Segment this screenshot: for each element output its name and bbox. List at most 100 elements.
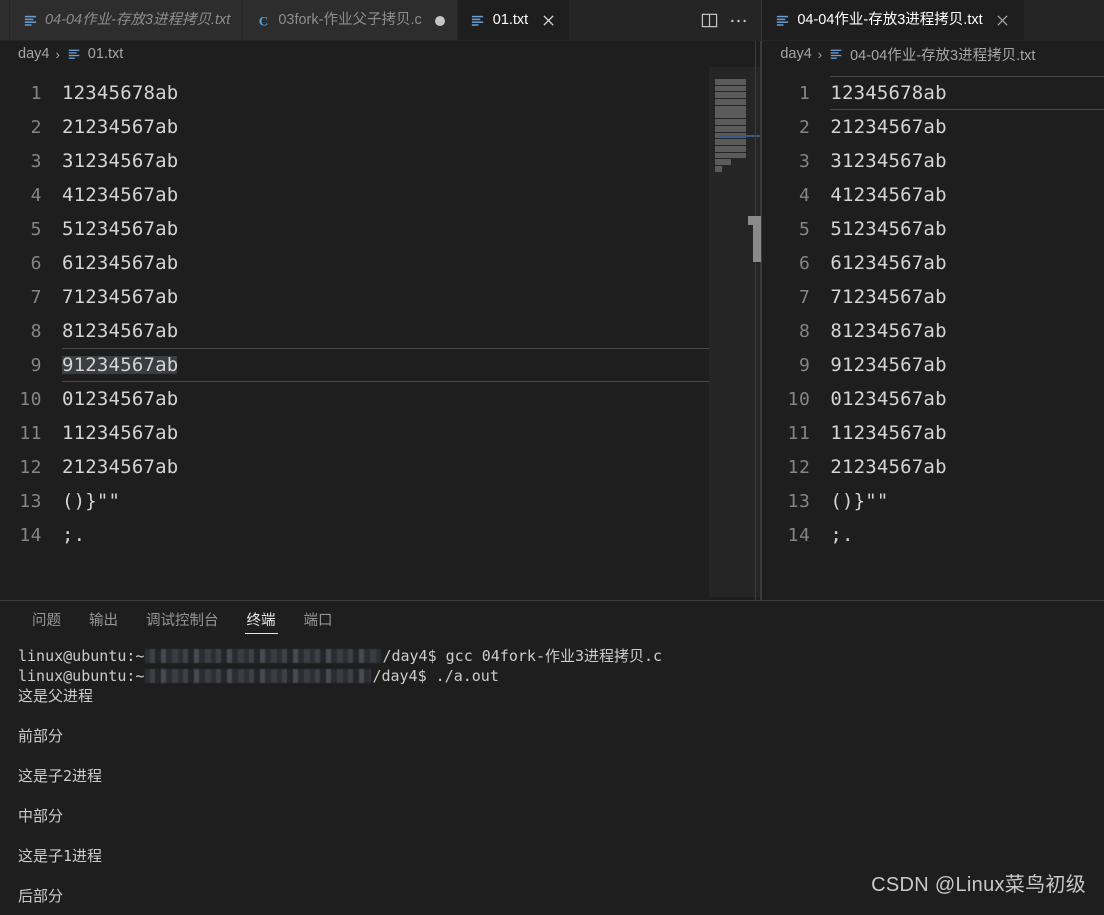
- code-line[interactable]: 7 71234567ab: [762, 280, 1104, 314]
- minimap-line: [715, 112, 747, 119]
- code-text: 31234567ab: [62, 150, 179, 172]
- code-line[interactable]: 12 21234567ab: [0, 450, 709, 484]
- line-number: 14: [19, 524, 42, 546]
- code-line[interactable]: 1 12345678ab: [0, 76, 709, 110]
- code-lines-left[interactable]: 1 12345678ab 2 21234567ab 3 31234567ab 4 412345…: [0, 67, 710, 600]
- unsaved-dot-icon[interactable]: [434, 15, 445, 26]
- line-number: 1: [798, 82, 811, 104]
- panel-tab-1[interactable]: 输出: [75, 602, 132, 637]
- line-number: 10: [787, 388, 811, 410]
- code-line[interactable]: 3 31234567ab: [0, 144, 709, 178]
- editor-content-right[interactable]: 1 12345678ab 2 21234567ab 3 31234567ab 4 412345…: [762, 67, 1104, 600]
- code-lines-right[interactable]: 1 12345678ab 2 21234567ab 3 31234567ab 4 412345…: [762, 67, 1104, 600]
- terminal-output-line: 这是子2进程: [18, 767, 103, 785]
- panel-tab-0[interactable]: 问题: [18, 602, 75, 637]
- line-number: 6: [30, 252, 42, 274]
- minimap-line: [715, 99, 747, 105]
- code-line[interactable]: 8 81234567ab: [762, 314, 1104, 348]
- code-line[interactable]: 9 91234567ab: [0, 348, 710, 382]
- breadcrumb-folder[interactable]: day4: [18, 46, 49, 62]
- line-number: 11: [19, 422, 42, 444]
- breadcrumb-folder[interactable]: day4: [780, 46, 811, 62]
- breadcrumb-file-label: 04-04作业-存放3进程拷贝.txt: [850, 47, 1036, 64]
- code-text: 11234567ab: [62, 422, 179, 444]
- editor-content-left[interactable]: 1 12345678ab 2 21234567ab 3 31234567ab 4 412345…: [0, 67, 762, 600]
- code-line[interactable]: 5 51234567ab: [0, 212, 709, 246]
- code-line[interactable]: 4 41234567ab: [0, 178, 709, 212]
- editor-group-left: 04-04作业-存放3进程拷贝.txt C 03fork-作业父子拷贝.c 01…: [0, 0, 762, 600]
- code-text: 81234567ab: [830, 320, 947, 342]
- editor-groups: 04-04作业-存放3进程拷贝.txt C 03fork-作业父子拷贝.c 01…: [0, 0, 1104, 600]
- tabbar-empty-space-right: [1024, 0, 1104, 41]
- tabbar-left: 04-04作业-存放3进程拷贝.txt C 03fork-作业父子拷贝.c 01…: [0, 0, 762, 41]
- tab-partial-clipped[interactable]: [0, 0, 10, 41]
- code-line[interactable]: 13 ()}"": [762, 484, 1104, 518]
- code-line[interactable]: 2 21234567ab: [0, 110, 709, 144]
- terminal-command: ./a.out: [426, 667, 499, 685]
- line-number: 8: [798, 320, 811, 342]
- line-number: 13: [787, 490, 811, 512]
- code-text: ;.: [62, 524, 86, 546]
- tab-01-txt[interactable]: 01.txt: [457, 0, 571, 41]
- code-line[interactable]: 5 51234567ab: [762, 212, 1104, 246]
- tab-03fork-zuoye-fuzikaobei-c[interactable]: C 03fork-作业父子拷贝.c: [243, 0, 458, 41]
- terminal-output[interactable]: linux@ubuntu:~ /day4$ gcc 04fork-作业3进程拷贝.…: [0, 638, 1104, 915]
- text-file-icon: [774, 13, 790, 29]
- code-line[interactable]: 14;.: [762, 518, 1104, 552]
- line-number: 7: [798, 286, 811, 308]
- panel-tab-2[interactable]: 调试控制台: [132, 602, 233, 637]
- code-line[interactable]: 10 01234567ab: [762, 382, 1104, 416]
- code-line[interactable]: 10 01234567ab: [0, 382, 709, 416]
- code-text: ()}"": [62, 490, 121, 512]
- minimap-line: [715, 145, 747, 152]
- code-line[interactable]: 14;.: [0, 518, 709, 552]
- more-actions-icon[interactable]: [730, 18, 747, 24]
- c-file-icon: C: [255, 13, 271, 29]
- code-text: 21234567ab: [830, 116, 947, 138]
- code-line[interactable]: 8 81234567ab: [0, 314, 709, 348]
- line-number: 9: [798, 354, 811, 376]
- terminal-prompt-line: linux@ubuntu:~ /day4$ gcc 04fork-作业3进程拷贝.…: [18, 646, 1104, 666]
- breadcrumb-file[interactable]: 04-04作业-存放3进程拷贝.txt: [828, 44, 1035, 65]
- code-text: 21234567ab: [62, 456, 179, 478]
- panel-tab-4[interactable]: 端口: [290, 602, 347, 637]
- code-line[interactable]: 6 61234567ab: [762, 246, 1104, 280]
- close-icon[interactable]: [994, 12, 1012, 30]
- code-line[interactable]: 9 91234567ab: [762, 348, 1104, 382]
- tab-04-04-zuoye-cunfang3-jinchengkaobei-txt[interactable]: 04-04作业-存放3进程拷贝.txt: [10, 0, 244, 41]
- panel-tablist: 问题 输出 调试控制台 终端 端口: [0, 601, 1104, 638]
- split-editor-icon[interactable]: [701, 12, 718, 29]
- sash-drag-handle[interactable]: [748, 216, 762, 262]
- tabbar-empty-space: [570, 0, 692, 41]
- code-text: ()}"": [830, 490, 889, 512]
- tab-label: 04-04作业-存放3进程拷贝.txt: [797, 12, 983, 29]
- vscode-window: 04-04作业-存放3进程拷贝.txt C 03fork-作业父子拷贝.c 01…: [0, 0, 1104, 915]
- tab-04-04-zuoye-cunfang3-jinchengkaobei-txt-right[interactable]: 04-04作业-存放3进程拷贝.txt: [762, 0, 1025, 41]
- breadcrumb-file[interactable]: 01.txt: [66, 46, 123, 62]
- line-number: 5: [30, 218, 42, 240]
- code-line[interactable]: 4 41234567ab: [762, 178, 1104, 212]
- tab-label: 04-04作业-存放3进程拷贝.txt: [45, 12, 231, 29]
- code-line[interactable]: 3 31234567ab: [762, 144, 1104, 178]
- minimap-line: [715, 79, 747, 85]
- code-line[interactable]: 6 61234567ab: [0, 246, 709, 280]
- breadcrumb-folder-label: day4: [18, 46, 50, 62]
- code-line[interactable]: 13 ()}"": [0, 484, 709, 518]
- line-number: 2: [798, 116, 811, 138]
- code-line[interactable]: 11 11234567ab: [762, 416, 1104, 450]
- close-icon[interactable]: [539, 12, 557, 30]
- code-line[interactable]: 1 12345678ab: [762, 76, 1104, 110]
- code-text: 41234567ab: [62, 184, 179, 206]
- svg-text:C: C: [259, 13, 268, 28]
- line-number: 13: [19, 490, 42, 512]
- tab-label: 03fork-作业父子拷贝.c: [278, 12, 422, 29]
- minimap-line: [715, 85, 747, 92]
- code-line[interactable]: 7 71234567ab: [0, 280, 709, 314]
- redacted-path: [145, 669, 372, 683]
- code-line[interactable]: 12 21234567ab: [762, 450, 1104, 484]
- panel-tab-3[interactable]: 终端: [233, 602, 290, 637]
- code-line[interactable]: 2 21234567ab: [762, 110, 1104, 144]
- code-line[interactable]: 11 11234567ab: [0, 416, 709, 450]
- bottom-panel: 问题 输出 调试控制台 终端 端口 linux@ubuntu:~ /day4$ gcc 0…: [0, 600, 1104, 915]
